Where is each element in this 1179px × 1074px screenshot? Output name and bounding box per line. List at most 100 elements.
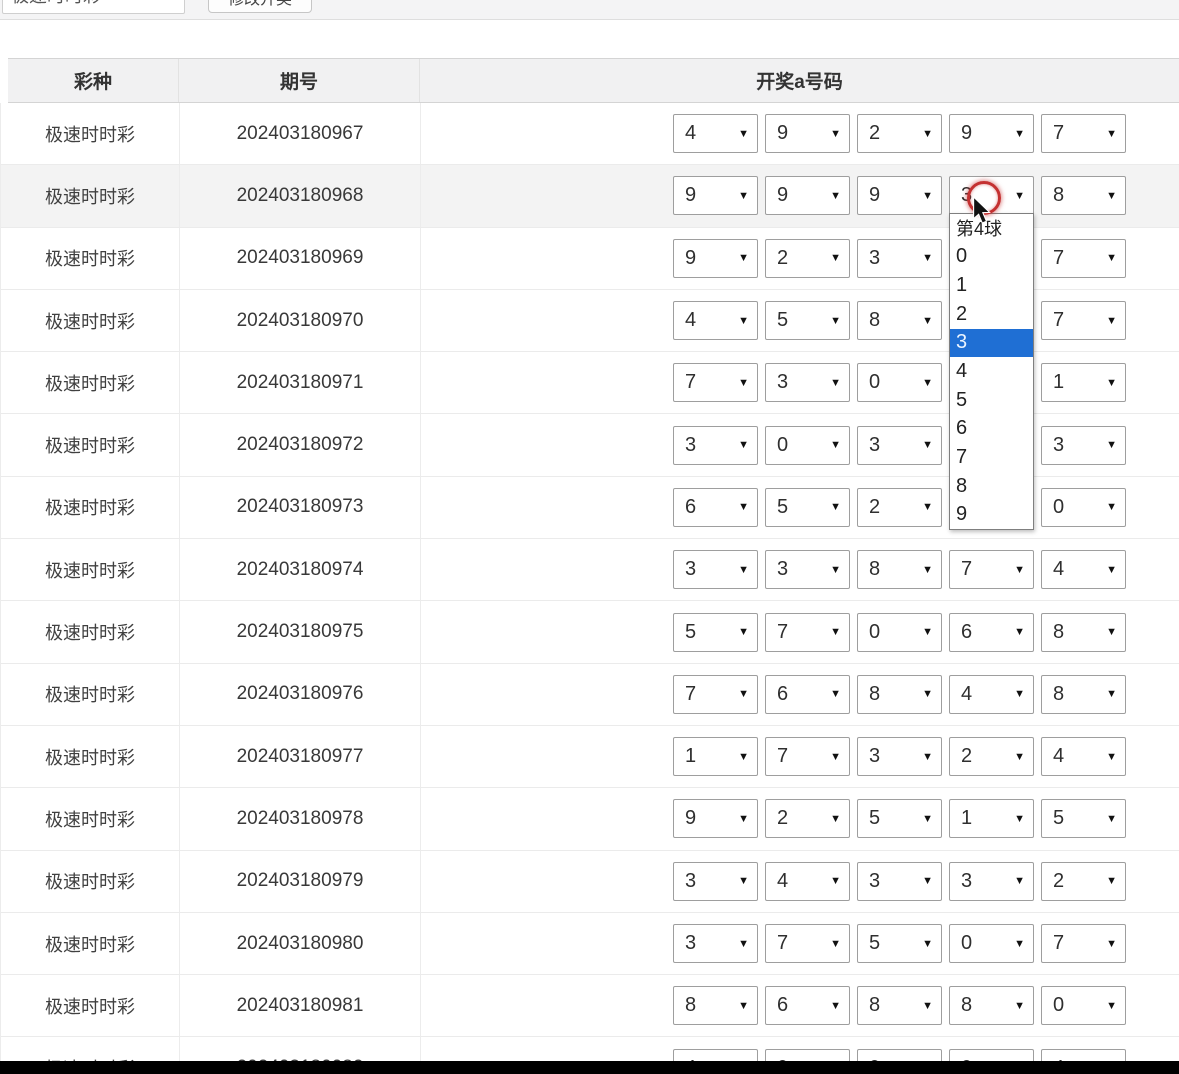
dropdown-option[interactable]: 9 [950, 500, 1033, 529]
dropdown-option[interactable]: 5 [950, 386, 1033, 415]
number-select[interactable]: 2▼ [1041, 862, 1126, 901]
number-select[interactable]: 7▼ [1041, 239, 1126, 278]
table-row: 极速时时彩2024031809793▼4▼3▼3▼2▼ [1, 851, 1179, 913]
period-cell: 202403180980 [180, 913, 421, 974]
number-select[interactable]: 3▼ [857, 239, 942, 278]
number-select[interactable]: 7▼ [1041, 924, 1126, 963]
dropdown-option[interactable]: 7 [950, 443, 1033, 472]
number-select[interactable]: 8▼ [1041, 613, 1126, 652]
number-select[interactable]: 4▼ [949, 675, 1034, 714]
dropdown-option[interactable]: 2 [950, 300, 1033, 329]
number-select[interactable]: 6▼ [673, 488, 758, 527]
number-select[interactable]: 9▼ [765, 176, 850, 215]
number-select[interactable]: 5▼ [857, 799, 942, 838]
number-select[interactable]: 7▼ [673, 675, 758, 714]
number-select[interactable]: 4▼ [765, 862, 850, 901]
number-select[interactable]: 8▼ [949, 986, 1034, 1025]
dropdown-option[interactable]: 1 [950, 271, 1033, 300]
number-select-value: 7 [685, 371, 696, 394]
number-select[interactable]: 7▼ [1041, 114, 1126, 153]
number-select[interactable]: 7▼ [673, 363, 758, 402]
number-select[interactable]: 4▼ [1041, 737, 1126, 776]
select-arrow-icon: ▼ [1106, 501, 1117, 513]
number-select[interactable]: 8▼ [673, 986, 758, 1025]
number-select[interactable]: 2▼ [857, 488, 942, 527]
number-select[interactable]: 4▼ [673, 301, 758, 340]
select-arrow-icon: ▼ [738, 501, 749, 513]
number-select[interactable]: 7▼ [765, 924, 850, 963]
number-select[interactable]: 5▼ [765, 301, 850, 340]
number-select[interactable]: 3▼ [857, 737, 942, 776]
number-select[interactable]: 8▼ [857, 675, 942, 714]
number-select[interactable]: 5▼ [1041, 799, 1126, 838]
numbers-cell: 3▼3▼8▼7▼4▼ [421, 539, 1179, 600]
number-select[interactable]: 6▼ [765, 675, 850, 714]
select-arrow-icon: ▼ [830, 564, 841, 576]
number-select[interactable]: 4▼ [1041, 550, 1126, 589]
number-select[interactable]: 3▼ [673, 924, 758, 963]
mouse-cursor [972, 197, 992, 225]
dropdown-option[interactable]: 6 [950, 414, 1033, 443]
number-select[interactable]: 1▼ [673, 737, 758, 776]
number-select[interactable]: 7▼ [765, 737, 850, 776]
modify-draw-button[interactable]: 修改开奖 [208, 0, 312, 13]
number-select[interactable]: 9▼ [765, 114, 850, 153]
number-select[interactable]: 0▼ [857, 613, 942, 652]
number-select[interactable]: 3▼ [765, 550, 850, 589]
number-select[interactable]: 7▼ [765, 613, 850, 652]
number-select[interactable]: 8▼ [857, 986, 942, 1025]
number-select-value: 4 [777, 870, 788, 893]
select-arrow-icon: ▼ [922, 875, 933, 887]
number-select[interactable]: 8▼ [857, 301, 942, 340]
number-select[interactable]: 3▼ [949, 862, 1034, 901]
number-select[interactable]: 2▼ [765, 239, 850, 278]
number-select[interactable]: 9▼ [949, 114, 1034, 153]
dropdown-option-selected[interactable]: 3 [950, 329, 1033, 358]
select-arrow-icon: ▼ [922, 315, 933, 327]
number-select[interactable]: 0▼ [765, 426, 850, 465]
number-select[interactable]: 5▼ [857, 924, 942, 963]
number-select[interactable]: 0▼ [857, 363, 942, 402]
number-select[interactable]: 8▼ [1041, 176, 1126, 215]
number-select[interactable]: 3▼ [673, 426, 758, 465]
number-select[interactable]: 3▼ [673, 550, 758, 589]
number-select[interactable]: 1▼ [1041, 363, 1126, 402]
number-select[interactable]: 7▼ [949, 550, 1034, 589]
dropdown-option[interactable]: 8 [950, 472, 1033, 501]
number-select[interactable]: 9▼ [673, 176, 758, 215]
number-select[interactable]: 4▼ [673, 114, 758, 153]
ball4-dropdown-list[interactable]: 第4球0123456789 [949, 213, 1034, 530]
number-select[interactable]: 9▼ [673, 239, 758, 278]
number-select[interactable]: 3▼ [857, 426, 942, 465]
number-select[interactable]: 3▼ [673, 862, 758, 901]
number-select[interactable]: 5▼ [673, 613, 758, 652]
number-select[interactable]: 8▼ [857, 550, 942, 589]
number-select[interactable]: 0▼ [949, 924, 1034, 963]
number-select[interactable]: 2▼ [949, 737, 1034, 776]
dropdown-option[interactable]: 0 [950, 243, 1033, 272]
number-select[interactable]: 3▼ [765, 363, 850, 402]
lottery-type-select[interactable]: 极速时时彩 ▾ [2, 0, 185, 14]
number-select[interactable]: 0▼ [1041, 488, 1126, 527]
number-select[interactable]: 8▼ [1041, 675, 1126, 714]
number-select[interactable]: 7▼ [1041, 301, 1126, 340]
number-select[interactable]: 6▼ [949, 613, 1034, 652]
select-arrow-icon: ▼ [922, 626, 933, 638]
number-select[interactable]: 3▼ [1041, 426, 1126, 465]
number-select[interactable]: 5▼ [765, 488, 850, 527]
number-select[interactable]: 6▼ [765, 986, 850, 1025]
number-select[interactable]: 3▼ [857, 862, 942, 901]
select-arrow-icon: ▼ [1014, 128, 1025, 140]
number-select-value: 4 [1053, 745, 1064, 768]
number-select[interactable]: 2▼ [857, 114, 942, 153]
number-select-value: 3 [685, 434, 696, 457]
number-select[interactable]: 1▼ [949, 799, 1034, 838]
dropdown-option[interactable]: 4 [950, 357, 1033, 386]
number-select[interactable]: 0▼ [1041, 986, 1126, 1025]
period-cell: 202403180976 [180, 664, 421, 725]
number-select[interactable]: 9▼ [857, 176, 942, 215]
number-select[interactable]: 9▼ [673, 799, 758, 838]
select-arrow-icon: ▼ [922, 938, 933, 950]
number-select[interactable]: 2▼ [765, 799, 850, 838]
table-row: 极速时时彩2024031809743▼3▼8▼7▼4▼ [1, 539, 1179, 601]
